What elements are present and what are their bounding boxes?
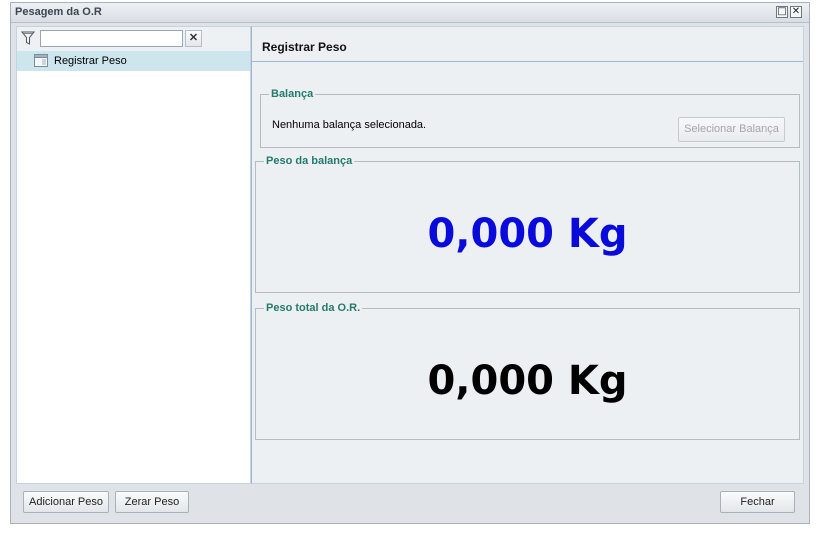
clear-filter-icon[interactable]: ✕ (185, 30, 202, 47)
balanca-status-text: Nenhuma balança selecionada. (272, 119, 427, 131)
main-panel: Registrar Peso Balança Nenhuma balança s… (251, 26, 804, 484)
window-title: Pesagem da O.R (15, 6, 102, 18)
panel-header: Registrar Peso (252, 27, 803, 62)
balanca-group: Balança Nenhuma balança selecionada. Sel… (260, 88, 800, 148)
close-button[interactable]: Fechar (720, 491, 795, 513)
peso-balanca-legend: Peso da balança (266, 155, 353, 167)
peso-total-group: Peso total da O.R. 0,000 Kg (255, 302, 800, 440)
filter-bar: ✕ (17, 27, 250, 51)
peso-total-legend: Peso total da O.R. (266, 302, 361, 314)
total-weight-value: 0,000 Kg (427, 358, 628, 404)
close-icon[interactable]: ✕ (790, 6, 802, 18)
peso-balanca-group: Peso da balança 0,000 Kg (255, 155, 800, 293)
reset-weight-button[interactable]: Zerar Peso (115, 491, 189, 513)
title-bar[interactable]: Pesagem da O.R □ ✕ (11, 3, 809, 23)
select-scale-button[interactable]: Selecionar Balança (678, 117, 785, 142)
maximize-icon[interactable]: □ (776, 6, 788, 18)
form-icon (34, 54, 48, 67)
add-weight-button[interactable]: Adicionar Peso (23, 491, 109, 513)
sidebar: ✕ Registrar Peso (16, 26, 251, 484)
scale-weight-value: 0,000 Kg (427, 211, 628, 257)
filter-icon[interactable] (21, 31, 35, 46)
dialog-window: Pesagem da O.R □ ✕ ✕ Registrar Peso Regi… (10, 2, 810, 524)
balanca-legend: Balança (271, 88, 314, 100)
page-title: Registrar Peso (262, 40, 347, 54)
filter-input[interactable] (40, 30, 183, 47)
sidebar-item-label: Registrar Peso (54, 55, 127, 67)
sidebar-item-registrar-peso[interactable]: Registrar Peso (17, 51, 250, 71)
